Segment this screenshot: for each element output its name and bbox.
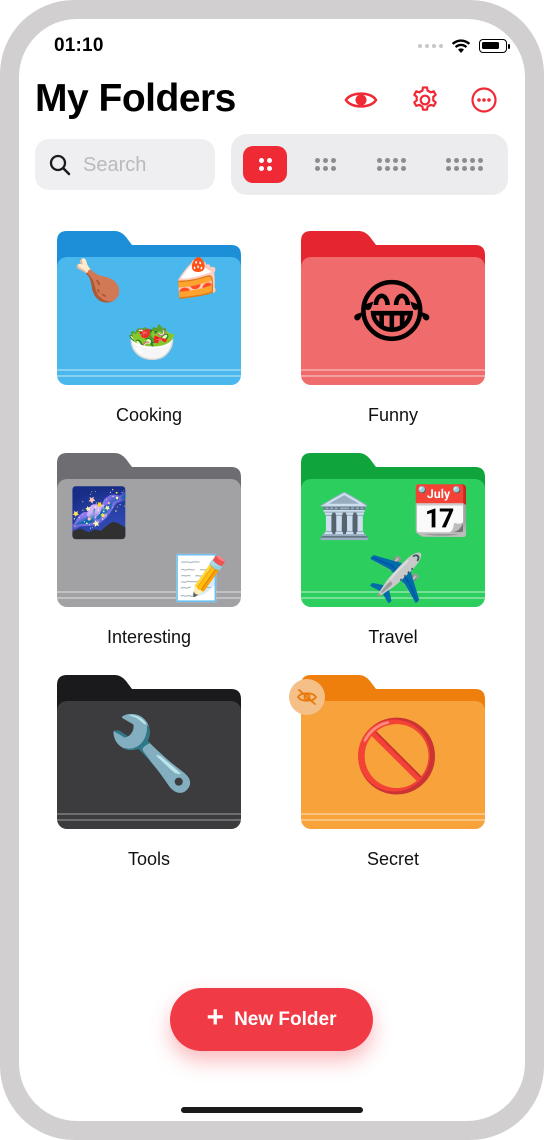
folder-label: Travel	[368, 627, 418, 647]
laughing-face-icon: 😂	[351, 271, 433, 353]
eye-icon	[344, 92, 378, 108]
grid-option-4[interactable]	[361, 146, 421, 183]
show-hidden-button[interactable]	[344, 83, 378, 117]
folder-label: Secret	[366, 849, 420, 869]
settings-button[interactable]	[408, 83, 442, 117]
status-indicators	[418, 37, 510, 55]
classical-building-icon: 🏛️	[317, 491, 372, 542]
folder-label: Tools	[127, 849, 171, 869]
search-placeholder: Search	[83, 154, 147, 176]
folder-travel[interactable]: 🏛️ 📆 ✈️ Travel	[301, 453, 485, 653]
plus-icon: +	[206, 1001, 225, 1034]
drumstick-icon: 🍗	[73, 258, 123, 304]
status-time: 01:10	[54, 35, 104, 56]
grid-option-2[interactable]	[243, 146, 287, 183]
search-input[interactable]: Search	[35, 139, 215, 190]
wifi-icon	[451, 38, 471, 53]
grid-option-3[interactable]	[303, 146, 347, 183]
new-folder-label: New Folder	[234, 1008, 337, 1030]
page-title: My Folders	[35, 77, 236, 120]
folder-cooking[interactable]: 🍗 🍰 🥗 Cooking	[57, 231, 241, 431]
cake-icon: 🍰	[173, 256, 221, 300]
new-folder-button[interactable]: + New Folder	[170, 988, 373, 1051]
app-screen: 01:10 My Folders Search 🍗 🍰 🥗 Cooking 😂 …	[19, 19, 525, 1121]
folder-label: Cooking	[115, 405, 183, 425]
folder-label: Funny	[367, 405, 419, 425]
folder-label: Interesting	[106, 627, 192, 647]
search-icon	[49, 154, 71, 176]
home-indicator[interactable]	[181, 1107, 363, 1113]
airplane-icon: ✈️	[367, 551, 425, 605]
memo-icon: 📝	[173, 553, 228, 604]
grid-size-selector	[231, 134, 508, 195]
calendar-icon: 📆	[411, 483, 471, 539]
more-button[interactable]	[467, 83, 501, 117]
eye-slash-icon	[296, 689, 318, 705]
prohibited-icon: 🚫	[353, 715, 441, 797]
status-bar: 01:10	[19, 19, 525, 69]
more-icon	[471, 87, 497, 113]
folder-funny[interactable]: 😂 Funny	[301, 231, 485, 431]
wrench-icon: 🔧	[107, 711, 197, 795]
salad-icon: 🥗	[127, 320, 177, 366]
milky-way-photo-icon: 🌌	[69, 485, 129, 541]
folder-secret[interactable]: 🚫 Secret	[289, 675, 485, 875]
folder-interesting[interactable]: 🌌 📝 Interesting	[57, 453, 241, 653]
folder-tools[interactable]: 🔧 Tools	[57, 675, 241, 875]
battery-icon	[479, 39, 510, 53]
gear-icon	[413, 86, 437, 111]
cellular-icon	[418, 44, 443, 48]
hidden-badge	[289, 679, 325, 715]
grid-option-5[interactable]	[429, 146, 499, 183]
